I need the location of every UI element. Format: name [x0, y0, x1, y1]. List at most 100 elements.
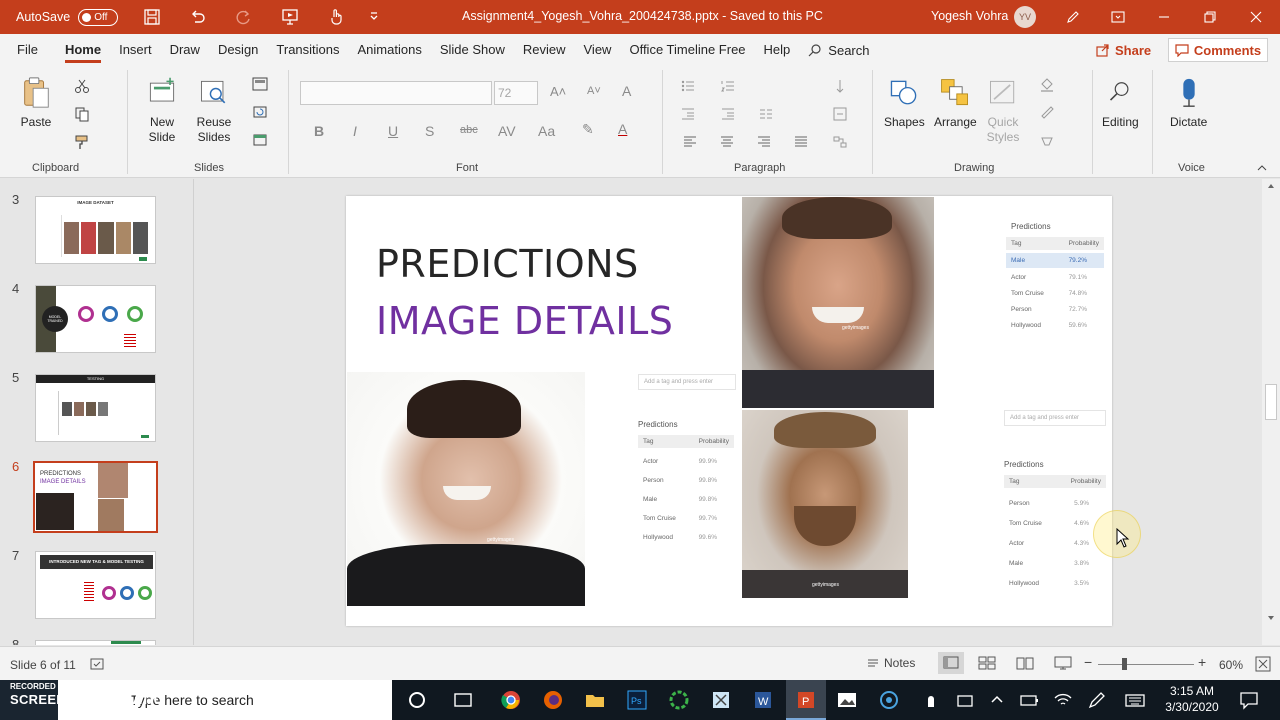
photo-portrait-top[interactable]: gettyimages [742, 197, 934, 408]
table-row[interactable]: Tom Cruise 74.8% [1006, 281, 1104, 297]
change-case-button[interactable]: Aa [538, 123, 555, 139]
tab-help[interactable]: Help [755, 34, 800, 66]
increase-font-icon[interactable]: A˄ [550, 84, 566, 99]
smartart-icon[interactable] [830, 132, 850, 152]
slide-sorter-icon[interactable] [978, 656, 996, 670]
autosave-toggle[interactable]: Off [78, 8, 119, 26]
character-spacing-icon[interactable]: AV [498, 123, 516, 139]
cortana-icon[interactable] [404, 687, 430, 713]
quick-styles-button[interactable]: Quick Styles [985, 74, 1021, 145]
columns-icon[interactable] [756, 104, 776, 124]
table-row[interactable]: Person 5.9% [1004, 488, 1106, 507]
table-row[interactable]: Person 72.7% [1006, 297, 1104, 313]
restore-icon[interactable] [1187, 0, 1233, 34]
firefox-icon[interactable] [540, 687, 566, 713]
table-row[interactable]: Actor 4.3% [1004, 527, 1106, 547]
slide-canvas[interactable]: PREDICTIONS IMAGE DETAILS gettyimages Pr… [346, 196, 1112, 626]
comments-button[interactable]: Comments [1168, 38, 1268, 62]
bold-button[interactable]: B [314, 123, 324, 139]
tab-slide-show[interactable]: Slide Show [431, 34, 514, 66]
tab-review[interactable]: Review [514, 34, 575, 66]
align-text-icon[interactable] [830, 104, 850, 124]
slide-thumbnail-6[interactable]: PREDICTIONS IMAGE DETAILS [33, 461, 158, 533]
tab-design[interactable]: Design [209, 34, 267, 66]
tab-file[interactable]: File [8, 34, 47, 66]
shape-effects-icon[interactable] [1037, 130, 1057, 150]
customize-qat-icon[interactable] [362, 5, 386, 29]
shadow-button[interactable]: S [425, 123, 434, 139]
share-button[interactable]: Share [1096, 39, 1151, 61]
touch-mode-icon[interactable] [324, 5, 348, 29]
windows-ink-icon[interactable] [952, 687, 978, 713]
paste-button[interactable]: Paste [18, 74, 54, 130]
undo-icon[interactable] [186, 5, 210, 29]
scrollbar-thumb[interactable] [1265, 384, 1277, 420]
zoom-level[interactable]: 60% [1219, 658, 1243, 672]
vertical-scrollbar[interactable] [1262, 179, 1280, 645]
file-explorer-icon[interactable] [582, 687, 608, 713]
table-row[interactable]: Male 79.2% [1006, 253, 1104, 268]
align-right-icon[interactable] [754, 132, 774, 152]
slide-title-line-1[interactable]: PREDICTIONS [376, 242, 639, 286]
photos-icon[interactable] [834, 687, 860, 713]
avatar[interactable]: YV [1014, 6, 1036, 28]
touchpad-icon[interactable] [918, 687, 944, 713]
fit-to-window-icon[interactable] [1255, 656, 1271, 672]
pen-workspace-icon[interactable] [1084, 687, 1110, 713]
table-row[interactable]: Male 3.8% [1004, 547, 1106, 567]
italic-button[interactable]: I [353, 123, 357, 139]
notifications-icon[interactable] [1236, 687, 1262, 713]
zoom-slider-track[interactable] [1098, 664, 1194, 665]
app-ring-icon[interactable] [666, 687, 692, 713]
table-row[interactable]: Hollywood 3.5% [1004, 567, 1106, 587]
minimize-icon[interactable] [1141, 0, 1187, 34]
recorder-icon[interactable] [876, 687, 902, 713]
accessibility-check-icon[interactable] [90, 657, 104, 671]
copy-icon[interactable] [72, 104, 92, 124]
layout-icon[interactable] [250, 74, 270, 94]
table-row[interactable]: Male 99.8% [638, 484, 734, 503]
bullets-icon[interactable] [678, 76, 698, 96]
photoshop-icon[interactable]: Ps [624, 687, 650, 713]
zoom-out-button[interactable]: − [1084, 654, 1092, 670]
normal-view-button[interactable] [938, 652, 964, 674]
table-row[interactable]: Tom Cruise 99.7% [638, 503, 734, 522]
font-name-field[interactable] [300, 81, 492, 105]
user-name[interactable]: Yogesh Vohra [931, 9, 1008, 23]
reset-icon[interactable] [250, 102, 270, 122]
present-icon[interactable] [278, 5, 302, 29]
strikethrough-button[interactable]: abc [460, 124, 478, 136]
slide-thumbnail-8[interactable] [35, 640, 156, 645]
reuse-slides-button[interactable]: Reuse Slides [196, 74, 232, 145]
save-icon[interactable] [140, 5, 164, 29]
table-row[interactable]: Hollywood 99.6% [638, 522, 734, 541]
dictate-button[interactable]: Dictate [1170, 74, 1207, 130]
clear-formatting-icon[interactable]: A [622, 83, 631, 99]
keyboard-icon[interactable] [1122, 687, 1148, 713]
battery-icon[interactable] [1016, 687, 1042, 713]
collapse-ribbon-icon[interactable] [1252, 158, 1272, 178]
table-row[interactable]: Tom Cruise 4.6% [1004, 507, 1106, 527]
snipping-tool-icon[interactable] [708, 687, 734, 713]
slide-title-line-2[interactable]: IMAGE DETAILS [376, 299, 673, 343]
scroll-down-icon[interactable] [1266, 613, 1276, 623]
table-row[interactable]: Hollywood 59.6% [1006, 313, 1104, 329]
highlight-icon[interactable]: ✎ [582, 121, 594, 138]
text-direction-icon[interactable] [830, 76, 850, 96]
close-icon[interactable] [1233, 0, 1279, 34]
table-row[interactable]: Actor 79.1% [1006, 268, 1104, 281]
table-row[interactable]: Actor 99.9% [638, 448, 734, 465]
show-hidden-icons-icon[interactable] [984, 687, 1010, 713]
format-painter-icon[interactable] [72, 132, 92, 152]
shape-fill-icon[interactable] [1037, 74, 1057, 94]
pen-icon[interactable] [1050, 0, 1096, 34]
add-tag-input[interactable]: Add a tag and press enter [638, 374, 736, 390]
align-center-icon[interactable] [717, 132, 737, 152]
word-icon[interactable]: W [750, 687, 776, 713]
decrease-font-icon[interactable]: A˅ [587, 85, 601, 97]
wifi-icon[interactable] [1050, 687, 1076, 713]
slide-thumbnail-4[interactable]: MODEL TRAINED [35, 285, 156, 353]
zoom-in-button[interactable]: + [1198, 654, 1206, 670]
task-view-icon[interactable] [450, 687, 476, 713]
tab-home[interactable]: Home [56, 34, 110, 66]
